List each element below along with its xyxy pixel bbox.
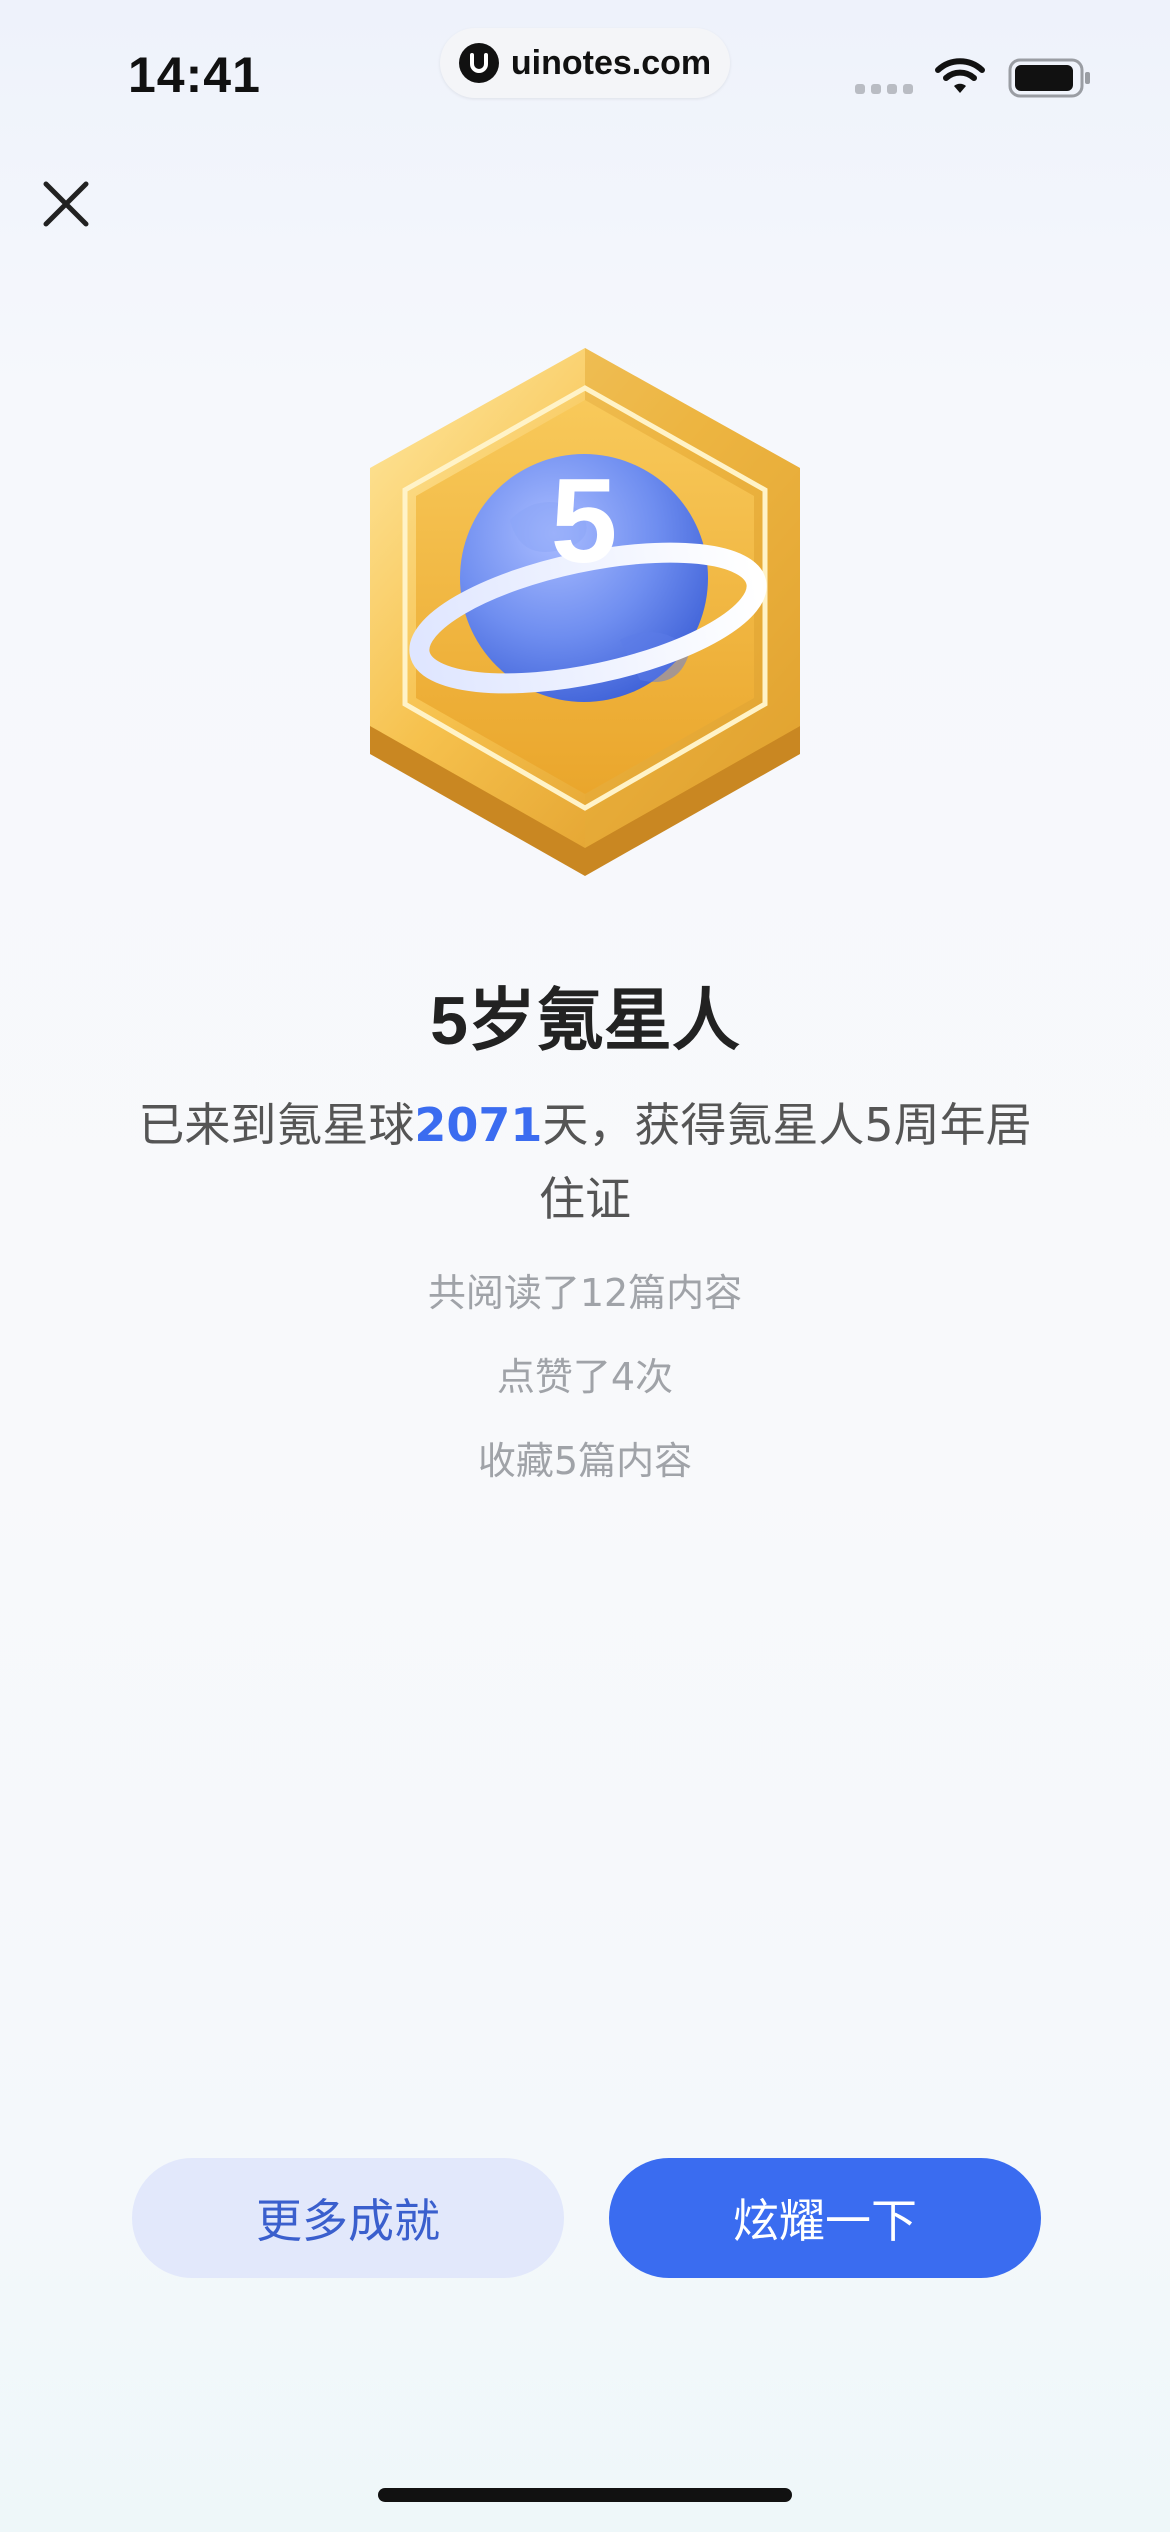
home-indicator[interactable]: [378, 2488, 792, 2502]
uinotes-logo-icon: [458, 43, 499, 83]
stat-read: 共阅读了12篇内容: [427, 1271, 743, 1315]
badge-number: 5: [551, 454, 618, 588]
show-off-button[interactable]: 炫耀一下: [609, 2158, 1041, 2278]
close-icon: [43, 181, 89, 227]
days-count: 2071: [414, 1098, 543, 1152]
wifi-icon: [935, 56, 985, 100]
planet-medal-icon: 5: [370, 348, 800, 876]
signal-icon: [855, 84, 913, 94]
status-bar: 14:41 uinotes.com: [0, 0, 1170, 150]
url-pill[interactable]: uinotes.com: [440, 28, 730, 98]
achievement-badge: 5: [360, 340, 810, 885]
description-suffix: 天，获得氪星人5周年居住证: [539, 1098, 1032, 1226]
stats-list: 共阅读了12篇内容 点赞了4次 收藏5篇内容: [0, 1265, 1170, 1517]
stat-likes: 点赞了4次: [496, 1355, 674, 1399]
achievement-description: 已来到氪星球2071天，获得氪星人5周年居住证: [120, 1088, 1050, 1236]
stat-favorites: 收藏5篇内容: [477, 1439, 693, 1483]
close-button[interactable]: [38, 176, 94, 232]
status-time: 14:41: [128, 47, 261, 103]
url-text: uinotes.com: [510, 43, 712, 82]
achievement-title: 5岁氪星人: [430, 983, 740, 1059]
description-prefix: 已来到氪星球: [138, 1098, 415, 1152]
more-achievements-button[interactable]: 更多成就: [132, 2158, 564, 2278]
battery-icon: [1008, 58, 1092, 102]
